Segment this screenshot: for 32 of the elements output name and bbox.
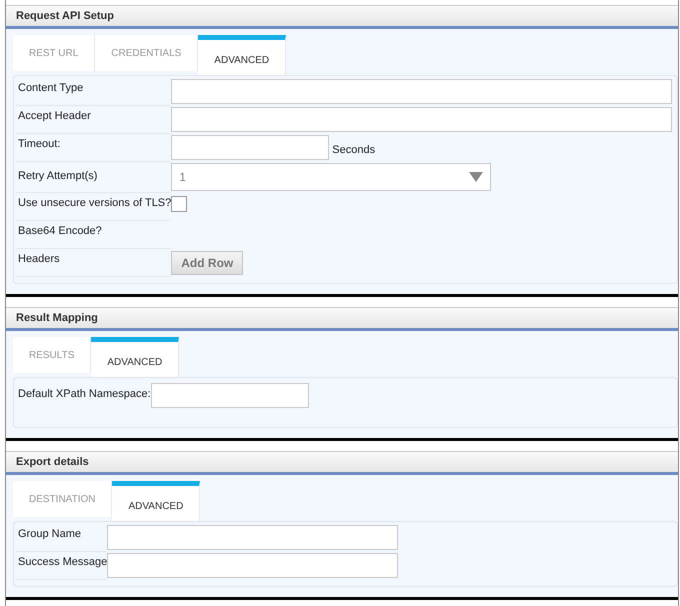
tab[interactable]: REST URL bbox=[13, 35, 96, 71]
select-value: 1 bbox=[179, 170, 186, 184]
tab[interactable]: CREDENTIALS bbox=[95, 35, 198, 71]
field-label: Group Name bbox=[18, 528, 81, 540]
panel-title: Request API Setup bbox=[16, 10, 114, 22]
field-label: Success Message bbox=[18, 556, 108, 568]
tab[interactable]: ADVANCED bbox=[198, 35, 286, 75]
tab[interactable]: ADVANCED bbox=[91, 337, 180, 377]
input-field[interactable] bbox=[171, 79, 672, 104]
select-field[interactable]: 1 bbox=[171, 163, 492, 191]
field-label: Accept Header bbox=[18, 110, 91, 122]
caret-icon bbox=[469, 172, 484, 182]
checkbox[interactable] bbox=[171, 196, 188, 212]
input-field[interactable] bbox=[107, 525, 398, 550]
field-label: Default XPath Namespace: bbox=[18, 388, 151, 400]
field-label: Timeout: bbox=[18, 138, 60, 150]
tab[interactable]: DESTINATION bbox=[13, 481, 112, 517]
panel-title: Result Mapping bbox=[16, 312, 98, 324]
field-label: Retry Attempt(s) bbox=[18, 170, 98, 182]
unit-label: Seconds bbox=[332, 143, 376, 156]
tab[interactable]: RESULTS bbox=[13, 337, 92, 373]
tab[interactable]: ADVANCED bbox=[112, 481, 200, 521]
input-field[interactable] bbox=[107, 553, 398, 578]
input-field[interactable] bbox=[171, 135, 330, 160]
field-label: Content Type bbox=[18, 82, 84, 94]
field-label: Use unsecure versions of TLS? bbox=[18, 197, 172, 209]
input-field[interactable] bbox=[171, 107, 672, 132]
field-label: Base64 Encode? bbox=[18, 225, 102, 237]
input-field[interactable] bbox=[150, 383, 309, 408]
add-row-button[interactable]: Add Row bbox=[171, 251, 244, 275]
field-label: Headers bbox=[18, 253, 60, 265]
panel-title: Export details bbox=[16, 456, 89, 468]
